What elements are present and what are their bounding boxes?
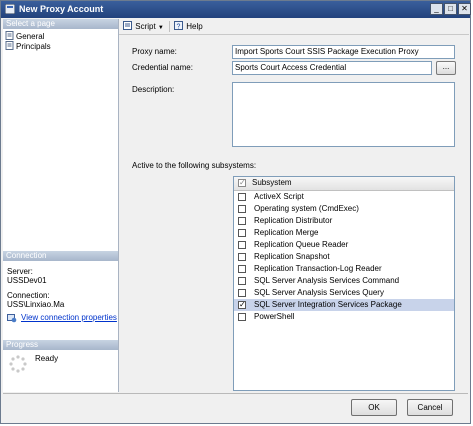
ok-button[interactable]: OK [351,399,397,416]
progress-header: Progress [3,340,118,350]
progress-spinner-icon [9,355,27,373]
subsystem-label: Replication Snapshot [254,252,330,261]
subsystem-row[interactable]: ActiveX Script [234,191,454,203]
subsystem-row[interactable]: Replication Distributor [234,215,454,227]
title-bar[interactable]: New Proxy Account _ □ ✕ [1,1,471,18]
subsystem-label: SQL Server Integration Services Package [254,300,402,309]
subsystem-checkbox[interactable] [238,193,246,201]
progress-status: Ready [35,354,59,363]
page-icon [5,31,14,40]
help-icon: ? [174,21,183,31]
subsystem-row[interactable]: Operating system (CmdExec) [234,203,454,215]
select-all-checkbox[interactable]: ✓ [238,179,246,187]
help-label: Help [186,22,203,31]
window-title: New Proxy Account [19,4,104,14]
proxy-account-dialog: New Proxy Account _ □ ✕ Select a page Ge… [0,0,471,424]
subsystems-grid[interactable]: ✓ Subsystem ActiveX Script Operating syst… [233,176,455,391]
subsystem-label: Replication Distributor [254,216,333,225]
subsystem-row[interactable]: SQL Server Analysis Services Command [234,275,454,287]
subsystem-row[interactable]: PowerShell [234,311,454,323]
cancel-button[interactable]: Cancel [407,399,453,416]
left-pane: Select a page General Principals Connect… [3,19,119,392]
subsystem-checkbox[interactable] [238,217,246,225]
footer-divider [3,393,468,394]
subsystem-label: Replication Transaction-Log Reader [254,264,382,273]
script-icon [123,21,132,30]
subsystem-column-header[interactable]: Subsystem [252,178,292,188]
close-button[interactable]: ✕ [458,3,471,15]
subsystem-checkbox[interactable] [238,253,246,261]
description-input[interactable] [232,82,455,147]
browse-credential-button[interactable]: ... [436,61,456,75]
subsystem-checkbox[interactable] [238,289,246,297]
subsystem-checkbox[interactable] [238,277,246,285]
view-connection-properties-link[interactable]: View connection properties [21,313,117,323]
subsystem-label: PowerShell [254,312,295,321]
connection-header: Connection [3,251,118,261]
credential-name-input[interactable]: Sports Court Access Credential [232,61,432,75]
subsystem-row[interactable]: ✓ SQL Server Integration Services Package [234,299,454,311]
subsystem-row[interactable]: Replication Transaction-Log Reader [234,263,454,275]
subsystem-checkbox[interactable] [238,205,246,213]
help-button[interactable]: ? Help [169,21,203,32]
subsystem-label: SQL Server Analysis Services Command [254,276,400,285]
description-label: Description: [132,85,175,94]
subsystem-row[interactable]: Replication Merge [234,227,454,239]
nav-item-principals[interactable]: Principals [5,41,51,51]
maximize-button[interactable]: □ [444,3,457,15]
subsystem-label: Replication Merge [254,228,319,237]
subsystem-row[interactable]: Replication Queue Reader [234,239,454,251]
svg-text:?: ? [177,24,181,31]
nav-item-label: General [16,32,45,41]
server-value: USSDev01 [7,276,47,285]
select-page-header: Select a page [3,19,118,29]
subsystem-checkbox[interactable]: ✓ [238,301,246,309]
window-icon [5,4,15,14]
subsystem-label: ActiveX Script [254,192,304,201]
toolbar-divider [119,34,469,35]
subsystems-label: Active to the following subsystems: [132,161,257,170]
page-icon [5,41,14,50]
subsystem-label: Operating system (CmdExec) [254,204,359,213]
subsystem-checkbox[interactable] [238,313,246,321]
proxy-name-label: Proxy name: [132,47,177,56]
minimize-button[interactable]: _ [430,3,443,15]
script-button[interactable]: Script ▼ [123,21,164,33]
subsystem-checkbox[interactable] [238,229,246,237]
subsystem-checkbox[interactable] [238,265,246,273]
proxy-name-input[interactable]: Import Sports Court SSIS Package Executi… [232,45,455,59]
nav-item-general[interactable]: General [5,31,44,41]
subsystem-checkbox[interactable] [238,241,246,249]
subsystem-row[interactable]: SQL Server Analysis Services Query [234,287,454,299]
toolbar: Script ▼ ? Help [121,19,466,33]
subsystems-grid-header: ✓ Subsystem [234,177,454,191]
subsystem-label: Replication Queue Reader [254,240,349,249]
credential-name-label: Credential name: [132,63,193,72]
nav-item-label: Principals [16,42,51,51]
subsystem-row[interactable]: Replication Snapshot [234,251,454,263]
script-label: Script [135,22,156,31]
subsystem-label: SQL Server Analysis Services Query [254,288,384,297]
chevron-down-icon[interactable]: ▼ [158,25,164,31]
connection-properties-icon [7,314,17,323]
connection-value: USS\Linxiao.Ma [7,300,65,309]
